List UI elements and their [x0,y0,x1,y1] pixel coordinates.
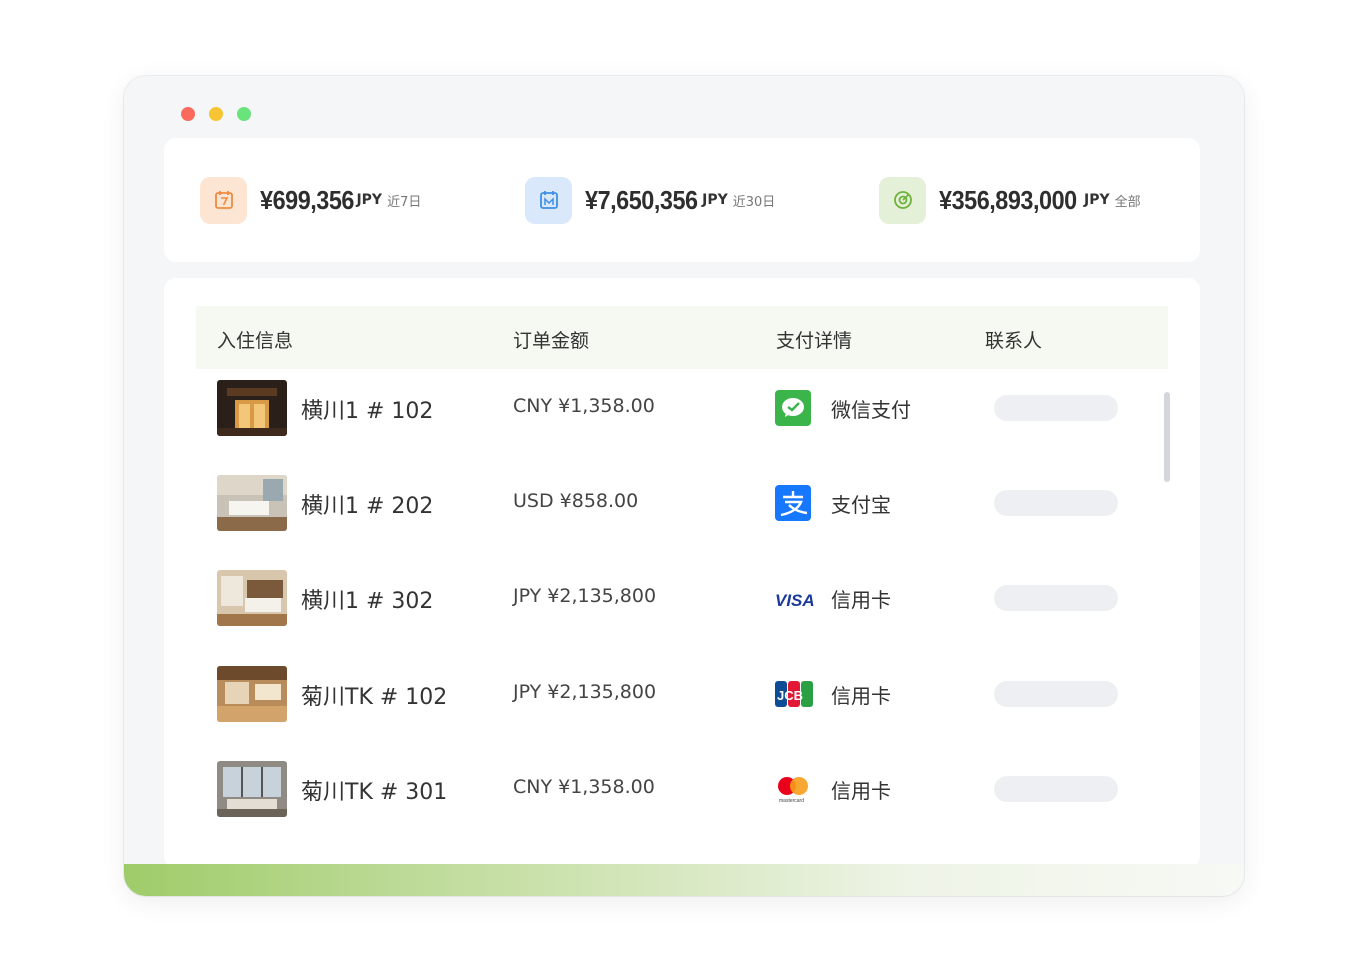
orders-table: 入住信息 订单金额 支付详情 联系人 横川1 # 102 CNY ¥1,358.… [164,278,1200,868]
room-thumbnail [217,570,287,626]
order-amount: CNY ¥1,358.00 [513,776,655,798]
room-thumbnail [217,380,287,436]
stat-currency: JPY [356,192,383,208]
maximize-button[interactable] [237,107,251,121]
stat-30-days: ¥7,650,356 JPY 近30日 [525,176,775,224]
column-header-payment[interactable]: 支付详情 [776,326,852,353]
table-row[interactable]: 横川1 # 302 JPY ¥2,135,800 VISA 信用卡 [217,570,1118,626]
table-row[interactable]: 菊川TK # 102 JPY ¥2,135,800 JCB 信用卡 [217,666,1118,722]
stat-currency: JPY [702,192,728,208]
svg-text:JCB: JCB [777,688,803,703]
contact-placeholder [994,395,1118,421]
stat-amount: ¥356,893,000 [939,184,1077,215]
order-amount: CNY ¥1,358.00 [513,395,655,417]
payment-method: 信用卡 [831,779,891,803]
payment-method: 信用卡 [831,588,891,612]
svg-text:mastercard: mastercard [779,798,804,804]
calendar-7-icon [200,176,247,224]
calendar-30-icon [525,176,572,224]
stat-period: 全部 [1114,194,1141,210]
column-header-checkin[interactable]: 入住信息 [217,326,293,353]
room-thumbnail [217,475,287,531]
svg-text:VISA: VISA [775,591,815,610]
contact-placeholder [994,490,1118,516]
app-window: ¥699,356 JPY 近7日 ¥7,650,356 JPY 近30日 ¥35… [124,76,1244,896]
mastercard-icon: mastercard [775,771,811,807]
stat-7-days: ¥699,356 JPY 近7日 [200,176,421,224]
wechat-pay-icon [775,390,811,426]
order-amount: USD ¥858.00 [513,490,639,512]
payment-method: 支付宝 [831,493,891,517]
table-scrollbar[interactable] [1164,392,1170,482]
table-header: 入住信息 订单金额 支付详情 联系人 [196,306,1168,369]
window-controls [181,107,251,121]
room-name: 菊川TK # 301 [301,780,448,805]
stat-period: 近30日 [732,194,776,210]
jcb-icon: JCB [775,676,813,712]
payment-method: 微信支付 [831,398,911,422]
contact-placeholder [994,585,1118,611]
room-name: 横川1 # 102 [301,399,434,424]
room-name: 横川1 # 202 [301,494,434,519]
payment-method: 信用卡 [831,684,891,708]
order-amount: JPY ¥2,135,800 [513,585,657,607]
stat-amount: ¥699,356 [260,184,355,215]
stat-currency: JPY [1084,192,1110,208]
stat-amount: ¥7,650,356 [585,184,698,215]
table-row[interactable]: 横川1 # 202 USD ¥858.00 支付宝 [217,475,1118,531]
table-row[interactable]: 横川1 # 102 CNY ¥1,358.00 微信支付 [217,380,1118,436]
stat-all-time: ¥356,893,000 JPY 全部 [879,176,1141,224]
revenue-summary-card: ¥699,356 JPY 近7日 ¥7,650,356 JPY 近30日 ¥35… [164,138,1200,262]
room-thumbnail [217,666,287,722]
room-thumbnail [217,761,287,817]
contact-placeholder [994,681,1118,707]
close-button[interactable] [181,107,195,121]
accent-bar [124,864,1244,896]
visa-icon: VISA [775,580,815,616]
room-name: 菊川TK # 102 [301,685,448,710]
column-header-amount[interactable]: 订单金额 [513,326,589,353]
alipay-icon [775,485,811,521]
room-name: 横川1 # 302 [301,589,434,614]
order-amount: JPY ¥2,135,800 [513,681,657,703]
target-icon [879,176,926,224]
contact-placeholder [994,776,1118,802]
column-header-contact[interactable]: 联系人 [985,326,1042,353]
table-row[interactable]: 菊川TK # 301 CNY ¥1,358.00 mastercard 信用卡 [217,761,1118,817]
stat-period: 近7日 [387,194,422,210]
minimize-button[interactable] [209,107,223,121]
